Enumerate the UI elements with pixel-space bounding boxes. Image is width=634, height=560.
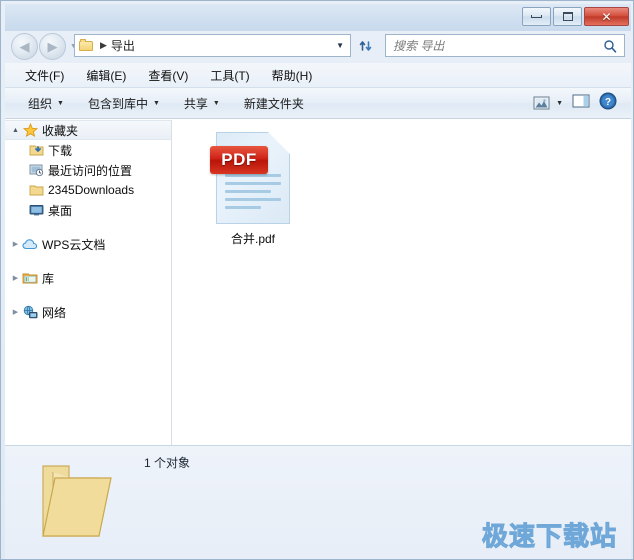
window-frame-inner: ✕ ◀ ▶ ▼ ▶ 导出 ▼ [5,4,631,559]
pdf-badge: PDF [210,146,268,174]
address-row: ◀ ▶ ▼ ▶ 导出 ▼ 搜索 导出 [5,31,631,63]
help-button[interactable]: ? [599,92,617,115]
organize-button[interactable]: 组织 ▼ [21,92,71,115]
view-mode-button[interactable]: ▼ [533,95,563,111]
help-icon: ? [599,92,617,109]
search-box[interactable]: 搜索 导出 [385,34,625,57]
chevron-down-icon: ▼ [57,99,64,107]
desktop-icon [27,203,45,217]
sidebar-item-wps-cloud[interactable]: ▶ WPS云文档 [5,234,171,254]
navigation-pane: ▲ 收藏夹 下载 最近访问的位置 2345Downloads 桌面 ▶ WPS云… [5,120,172,445]
expander-triangle-icon[interactable]: ▶ [10,240,21,248]
menu-item-tools[interactable]: 工具(T) [202,65,257,86]
minimize-button[interactable] [522,7,551,26]
sidebar-item-favorites[interactable]: ▲ 收藏夹 [5,120,171,140]
include-in-library-button[interactable]: 包含到库中 ▼ [81,92,167,115]
preview-pane-button[interactable] [572,93,590,114]
open-folder-icon [33,458,119,544]
sidebar-label-recent-places: 最近访问的位置 [48,163,133,178]
share-button[interactable]: 共享 ▼ [177,92,227,115]
include-in-library-label: 包含到库中 [87,96,148,111]
star-icon [21,122,39,138]
maximize-button[interactable] [553,7,582,26]
refresh-button[interactable] [354,34,379,57]
sidebar-label-downloads: 下载 [48,143,73,158]
close-button[interactable]: ✕ [584,7,629,26]
sidebar-label-2345downloads: 2345Downloads [48,183,135,197]
search-icon[interactable] [603,39,617,53]
command-toolbar: 组织 ▼ 包含到库中 ▼ 共享 ▼ 新建文件夹 ▼ ? [5,88,631,119]
chevron-down-icon: ▼ [556,99,563,107]
organize-label: 组织 [28,96,53,111]
sidebar-item-2345downloads[interactable]: 2345Downloads [5,180,171,200]
sidebar-item-network[interactable]: ▶ 网络 [5,302,171,322]
sidebar-item-downloads[interactable]: 下载 [5,140,171,160]
forward-arrow-icon: ▶ [47,39,58,54]
view-mode-icon [533,96,550,110]
new-folder-label: 新建文件夹 [243,96,304,111]
sidebar-label-favorites: 收藏夹 [42,123,79,138]
svg-text:?: ? [605,97,611,108]
back-arrow-icon: ◀ [19,39,30,54]
sidebar-label-wps-cloud: WPS云文档 [42,237,106,252]
expander-triangle-icon[interactable]: ▲ [10,127,21,134]
chevron-down-icon: ▼ [152,99,160,107]
status-bar: 1 个对象 极速下载站 [5,445,631,559]
title-bar[interactable]: ✕ [5,4,631,31]
document-text-lines [225,174,281,214]
address-dropdown-icon[interactable]: ▼ [336,41,344,50]
page-fold-corner-icon [268,132,290,154]
maximize-icon [562,12,573,21]
minimize-icon [531,15,542,18]
address-folder-icon [79,39,94,52]
menu-item-edit[interactable]: 编辑(E) [78,65,134,86]
address-bar[interactable]: ▶ 导出 ▼ [74,34,351,57]
breadcrumb-separator-icon: ▶ [100,40,107,50]
chevron-down-icon: ▼ [212,99,220,107]
sidebar-item-libraries[interactable]: ▶ 库 [5,268,171,288]
downloads-folder-icon [27,143,45,157]
explorer-body: ▲ 收藏夹 下载 最近访问的位置 2345Downloads 桌面 ▶ WPS云… [5,119,631,445]
sidebar-item-desktop[interactable]: 桌面 [5,200,171,220]
expander-triangle-icon[interactable]: ▶ [10,308,21,316]
sidebar-label-desktop: 桌面 [48,203,73,218]
file-name-label: 合并.pdf [230,232,276,246]
recent-places-icon [27,163,45,177]
cloud-icon [21,238,39,251]
item-count-label: 1 个对象 [144,456,191,470]
file-item-merged-pdf[interactable]: PDF 合并.pdf [197,132,309,247]
preview-pane-icon [572,93,590,108]
network-icon [21,305,39,320]
menu-bar: 文件(F) 编辑(E) 查看(V) 工具(T) 帮助(H) [5,63,631,88]
explorer-window: ✕ ◀ ▶ ▼ ▶ 导出 ▼ [0,0,634,560]
folder-icon [27,183,45,197]
window-controls: ✕ [522,7,629,26]
site-watermark: 极速下载站 [481,521,617,552]
menu-item-file[interactable]: 文件(F) [17,65,72,86]
forward-button[interactable]: ▶ [39,33,66,60]
breadcrumb-current-folder[interactable]: 导出 [111,37,135,54]
expander-triangle-icon[interactable]: ▶ [10,274,21,282]
library-icon [21,271,39,285]
sidebar-item-recent-places[interactable]: 最近访问的位置 [5,160,171,180]
share-label: 共享 [183,96,208,111]
sidebar-label-network: 网络 [42,305,67,320]
sidebar-label-libraries: 库 [42,271,55,286]
back-button[interactable]: ◀ [11,33,38,60]
refresh-icon [359,40,371,51]
new-folder-button[interactable]: 新建文件夹 [237,92,311,115]
pdf-file-icon: PDF [210,132,290,224]
navigation-buttons: ◀ ▶ ▼ [11,33,77,60]
search-input[interactable]: 搜索 导出 [393,37,444,54]
close-icon: ✕ [601,9,612,24]
menu-item-view[interactable]: 查看(V) [140,65,196,86]
menu-item-help[interactable]: 帮助(H) [264,65,321,86]
file-list-pane[interactable]: PDF 合并.pdf [172,120,631,445]
toolbar-right-group: ▼ ? [533,92,631,115]
